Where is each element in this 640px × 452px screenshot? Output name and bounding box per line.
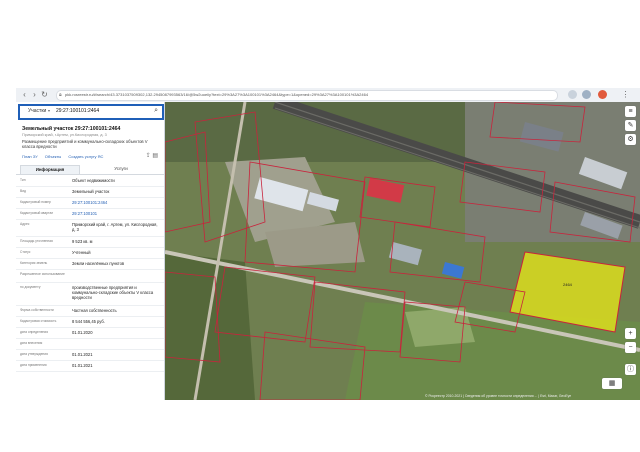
search-icon[interactable]: ⌕ — [154, 107, 158, 115]
row-key: Тип — [20, 178, 26, 182]
table-row: Кадастровая стоимость 8 544 556,45 руб. — [16, 317, 164, 328]
table-row: Кадастровый номер 29:27:100101:2464 — [16, 198, 164, 209]
table-row: дата определения 01.01.2020 — [16, 328, 164, 339]
screenshot: ‹ › ↻ 🔒︎ pkk.rosreestr.ru/#/search/43.37… — [16, 88, 640, 400]
row-key: по документу — [20, 285, 41, 289]
link-objects[interactable]: Объекты — [45, 154, 62, 159]
row-key: Площадь уточненная — [20, 239, 53, 243]
link-plan[interactable]: План ЗУ — [22, 154, 38, 159]
menu-icon[interactable]: ⋮ — [621, 90, 630, 99]
row-key: дата определения — [20, 330, 48, 334]
row-key: Категория земель — [20, 261, 48, 265]
row-value: 9 523 кв. м — [72, 239, 93, 244]
address-bar[interactable]: 🔒︎ pkk.rosreestr.ru/#/search/43.37310375… — [56, 90, 558, 101]
ruler-icon[interactable]: ✎ — [625, 120, 636, 131]
row-value: Земли населённых пунктов — [72, 261, 125, 266]
reload-icon[interactable]: ↻ — [40, 90, 49, 99]
tab-services[interactable]: Услуги — [96, 165, 146, 173]
row-key: дата применения — [20, 363, 47, 367]
row-value: 01.01.2020 — [72, 330, 93, 335]
url-text: pkk.rosreestr.ru/#/search/43.37310375093… — [65, 92, 369, 97]
table-row: дата внесения — [16, 339, 164, 350]
row-key: дата утверждения — [20, 352, 48, 356]
info-icon[interactable]: ⓘ — [625, 364, 636, 375]
parcel-title: Земельный участок 29:27:100101:2464 — [22, 126, 121, 132]
chevron-down-icon[interactable]: ▾ — [48, 108, 50, 113]
row-key: Кадастровый квартал — [20, 211, 54, 215]
info-panel: Участки ▾ 29:27:100101:2464 ⌕ Земельный … — [16, 102, 165, 400]
forward-icon[interactable]: › — [30, 90, 39, 99]
lock-icon: 🔒︎ — [59, 92, 62, 98]
panel-tabs: Информация Услуги — [16, 164, 164, 175]
table-row: Адрес Приморский край, г. Артем, ул. Кис… — [16, 220, 164, 237]
row-key: Кадастровый номер — [20, 200, 51, 204]
row-key: дата внесения — [20, 341, 43, 345]
table-row: Тип Объект недвижимости — [16, 176, 164, 187]
table-row: Кадастровый квартал 29:27:100101 — [16, 209, 164, 220]
settings-icon[interactable]: ⚙ — [625, 134, 636, 145]
cadastral-quarter-link[interactable]: 29:27:100101 — [72, 211, 160, 216]
table-row: Статус Учтенный — [16, 248, 164, 259]
row-value: Приморский край, г. Артем, ул. Кислородн… — [72, 222, 158, 232]
search-type-select[interactable]: Участки — [28, 108, 46, 114]
share-icon[interactable]: ⇪ — [146, 153, 151, 159]
row-key: Адрес — [20, 222, 30, 226]
table-row: Категория земель Земли населённых пункто… — [16, 259, 164, 270]
zoom-in-button[interactable]: + — [625, 328, 636, 339]
row-value: Объект недвижимости — [72, 178, 115, 183]
search-input[interactable]: 29:27:100101:2464 — [56, 108, 99, 114]
table-row: Форма собственности Частная собственност… — [16, 306, 164, 317]
extension-icon[interactable] — [582, 90, 591, 99]
satellite-map[interactable]: 2464 ≡ ✎ ⚙ + − ⓘ ▦ © Росреестр 2010-2021… — [165, 102, 640, 400]
table-row: Разрешенное использование — [16, 270, 164, 283]
parcel-description: Размещение предприятий и коммунально-скл… — [22, 139, 148, 150]
row-key: Форма собственности — [20, 308, 54, 312]
print-icon[interactable]: ▤ — [152, 153, 158, 159]
row-value: Земельный участок — [72, 189, 110, 194]
row-value: производственные предприятия и коммуналь… — [72, 285, 154, 300]
row-key: Кадастровая стоимость — [20, 319, 57, 323]
table-row: Вид Земельный участок — [16, 187, 164, 198]
map-imagery — [165, 102, 640, 400]
parcel-number-label[interactable]: 2464 — [563, 282, 572, 287]
extension-icon[interactable] — [568, 90, 577, 99]
browser-toolbar: ‹ › ↻ 🔒︎ pkk.rosreestr.ru/#/search/43.37… — [16, 88, 640, 103]
table-row: дата применения 01.01.2021 — [16, 361, 164, 372]
row-value: Учтенный — [72, 250, 91, 255]
basemap-toggle[interactable]: ▦ — [602, 378, 622, 389]
panel-tools: ⇪ ▤ — [146, 152, 158, 159]
cadastral-number-link[interactable]: 29:27:100101:2464 — [72, 200, 160, 205]
row-value: 01.01.2021 — [72, 352, 93, 357]
row-value: 01.01.2021 — [72, 363, 93, 368]
table-row: по документу производственные предприяти… — [16, 283, 164, 306]
parcel-address: Приморский край, г.Артем, ул.Кислородная… — [22, 133, 107, 137]
table-row: Площадь уточненная 9 523 кв. м — [16, 237, 164, 248]
row-key: Статус — [20, 250, 31, 254]
row-key: Вид — [20, 189, 26, 193]
search-box[interactable]: Участки ▾ 29:27:100101:2464 ⌕ — [18, 104, 164, 120]
parcel-links: План ЗУ Объекты Создать услугу ЯС — [22, 154, 109, 159]
profile-avatar[interactable] — [598, 90, 607, 99]
row-value: 8 544 556,45 руб. — [72, 319, 105, 324]
zoom-out-button[interactable]: − — [625, 342, 636, 353]
table-row: дата утверждения 01.01.2021 — [16, 350, 164, 361]
link-create-service[interactable]: Создать услугу ЯС — [68, 154, 103, 159]
back-icon[interactable]: ‹ — [20, 90, 29, 99]
map-attribution: © Росреестр 2010-2021 | Сведения об уров… — [425, 394, 572, 398]
row-key: Разрешенное использование — [20, 272, 65, 276]
row-value: Частная собственность — [72, 308, 117, 313]
layers-icon[interactable]: ≡ — [625, 106, 636, 117]
tab-info[interactable]: Информация — [20, 165, 80, 174]
